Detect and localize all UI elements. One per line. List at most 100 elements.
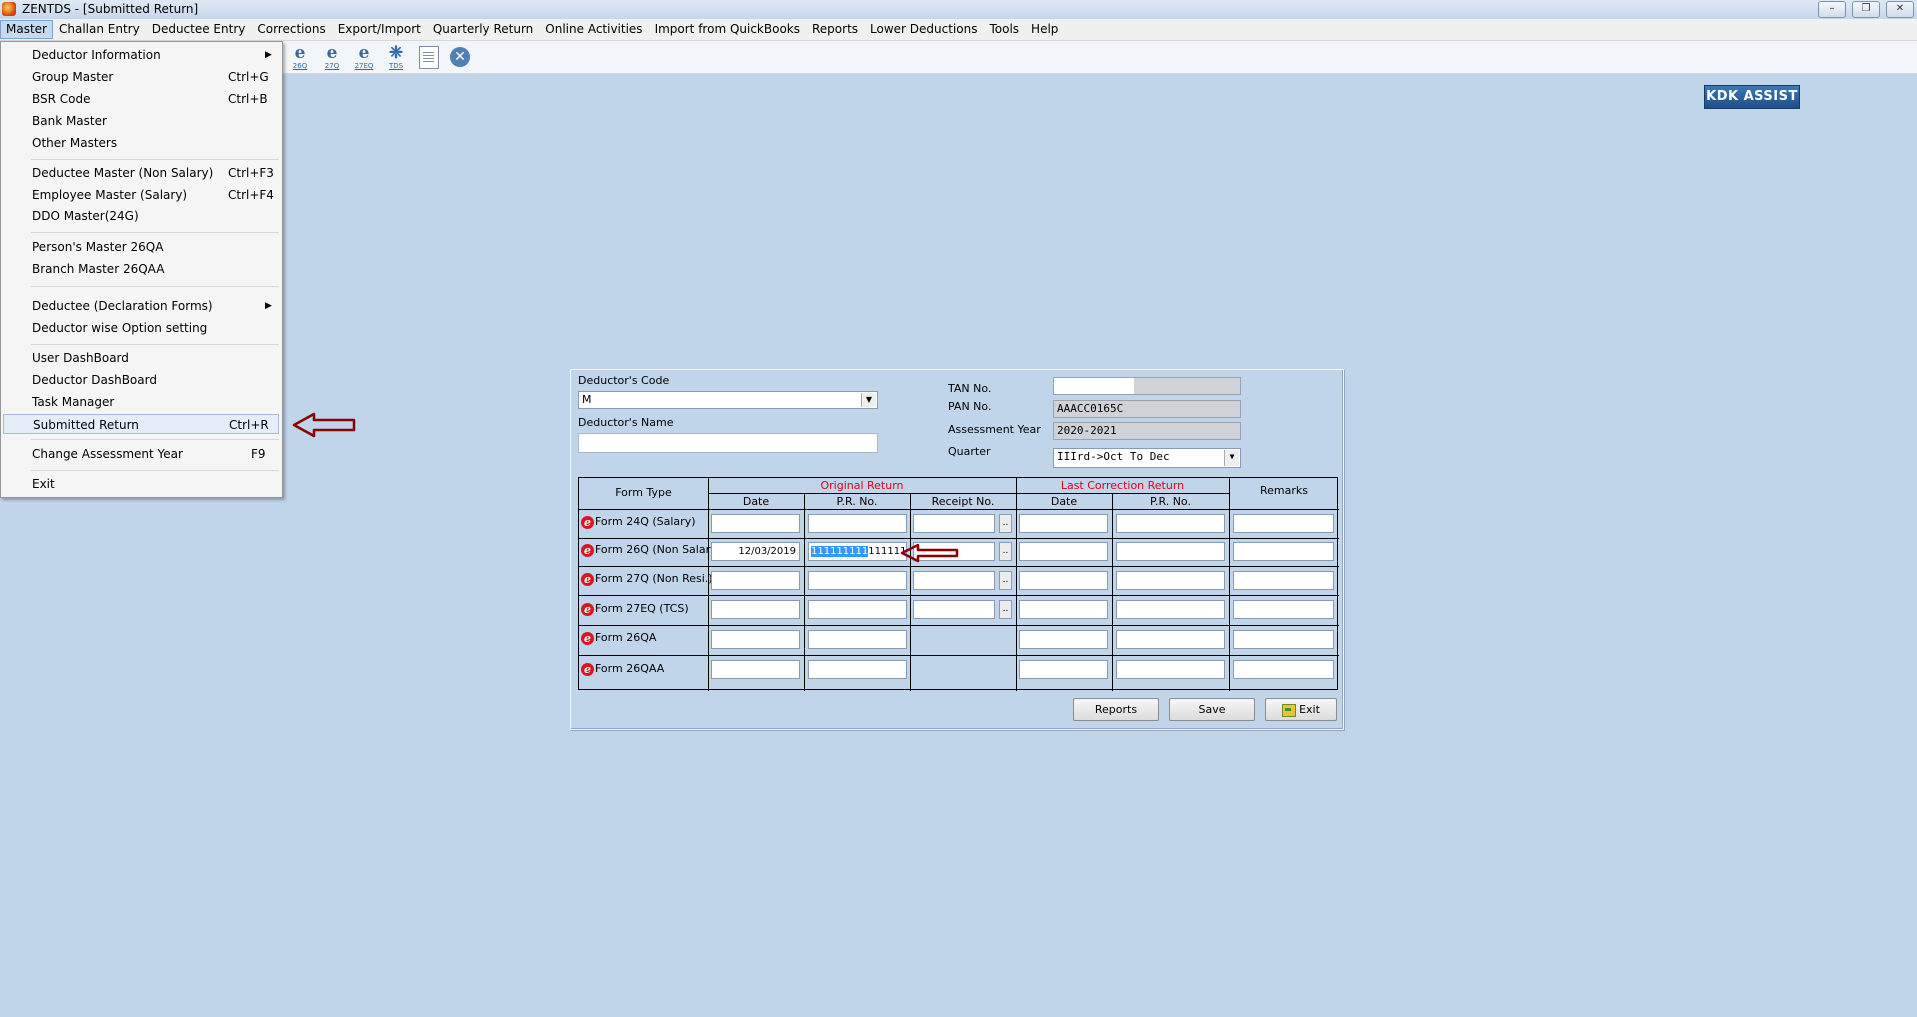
form-26qaa-corr-pr-field[interactable] xyxy=(1116,660,1225,679)
menu-help[interactable]: Help xyxy=(1025,20,1064,39)
form-24q-receipt-field[interactable] xyxy=(913,514,995,533)
menu-submitted-return[interactable]: Submitted Return Ctrl+R xyxy=(3,414,279,434)
form-27q-browse-button[interactable]: .. xyxy=(999,571,1012,590)
tds-icon[interactable]: ❈ TDS xyxy=(384,45,408,71)
e-27eq-icon[interactable]: e 27EQ xyxy=(352,45,376,71)
menu-separator xyxy=(31,286,279,287)
menu-group-master[interactable]: Group Master Ctrl+G xyxy=(1,67,282,87)
form-27q-remarks-field[interactable] xyxy=(1233,571,1334,590)
form-24q-pr-field[interactable] xyxy=(808,514,907,533)
menu-branch-master-26qaa[interactable]: Branch Master 26QAA xyxy=(1,259,282,279)
form-27eq-receipt-field[interactable] xyxy=(913,600,995,619)
menu-persons-master-26qa[interactable]: Person's Master 26QA xyxy=(1,237,282,257)
form-27eq-corr-date-field[interactable] xyxy=(1019,600,1108,619)
menu-employee-master[interactable]: Employee Master (Salary) Ctrl+F4 xyxy=(1,185,282,205)
close-button[interactable]: ✕ xyxy=(1886,1,1914,18)
form-26qaa-label: e Form 26QAA xyxy=(581,661,664,677)
form-27q-corr-pr-field[interactable] xyxy=(1116,571,1225,590)
form-26qa-date-field[interactable] xyxy=(711,630,800,649)
form-type-header: Form Type xyxy=(615,486,672,499)
menu-deductee-declaration-forms[interactable]: Deductee (Declaration Forms) ▶ xyxy=(1,296,282,316)
menu-deductee-master[interactable]: Deductee Master (Non Salary) Ctrl+F3 xyxy=(1,163,282,183)
tan-value xyxy=(1054,378,1134,394)
menu-challan-entry[interactable]: Challan Entry xyxy=(53,20,146,39)
form-26qaa-date-field[interactable] xyxy=(711,660,800,679)
master-dropdown-menu: Deductor Information ▶ Group Master Ctrl… xyxy=(0,41,283,498)
form-27eq-corr-pr-field[interactable] xyxy=(1116,600,1225,619)
menu-task-manager[interactable]: Task Manager xyxy=(1,392,282,412)
pan-field[interactable]: AAACC0165C xyxy=(1053,400,1241,418)
menu-corrections[interactable]: Corrections xyxy=(251,20,331,39)
menu-bank-master[interactable]: Bank Master xyxy=(1,111,282,131)
form-26q-browse-button[interactable]: .. xyxy=(999,542,1012,561)
quarter-label: Quarter xyxy=(948,445,991,458)
deductor-name-field[interactable] xyxy=(578,433,878,453)
form-27q-date-field[interactable] xyxy=(711,571,800,590)
quarter-select[interactable]: IIIrd->Oct To Dec ▼ xyxy=(1053,448,1241,468)
form-24q-browse-button[interactable]: .. xyxy=(999,514,1012,533)
menu-deductor-information[interactable]: Deductor Information ▶ xyxy=(1,45,282,65)
menu-quarterly-return[interactable]: Quarterly Return xyxy=(427,20,539,39)
form-27eq-remarks-field[interactable] xyxy=(1233,600,1334,619)
form-24q-label: e Form 24Q (Salary) xyxy=(581,514,696,530)
form-26qa-pr-field[interactable] xyxy=(808,630,907,649)
menu-other-masters[interactable]: Other Masters xyxy=(1,133,282,153)
kdk-assist-logo[interactable]: KDK ASSIST xyxy=(1704,85,1800,109)
tan-field[interactable] xyxy=(1053,377,1241,395)
menu-import-quickbooks[interactable]: Import from QuickBooks xyxy=(649,20,806,39)
form-26q-remarks-field[interactable] xyxy=(1233,542,1334,561)
menu-online-activities[interactable]: Online Activities xyxy=(539,20,648,39)
form-27eq-browse-button[interactable]: .. xyxy=(999,600,1012,619)
menu-reports[interactable]: Reports xyxy=(806,20,864,39)
menu-user-dashboard[interactable]: User DashBoard xyxy=(1,348,282,368)
form-26q-corr-date-field[interactable] xyxy=(1019,542,1108,561)
form-27q-receipt-field[interactable] xyxy=(913,571,995,590)
e-26q-icon[interactable]: e 26Q xyxy=(288,45,312,71)
menu-export-import[interactable]: Export/Import xyxy=(332,20,427,39)
exit-icon xyxy=(1282,703,1297,717)
chevron-down-icon: ▼ xyxy=(861,393,876,407)
e-27q-icon[interactable]: e 27Q xyxy=(320,45,344,71)
form-27q-corr-date-field[interactable] xyxy=(1019,571,1108,590)
document-icon[interactable] xyxy=(419,46,439,69)
form-26qa-corr-pr-field[interactable] xyxy=(1116,630,1225,649)
form-27q-pr-field[interactable] xyxy=(808,571,907,590)
menu-master[interactable]: Master xyxy=(0,20,53,39)
returns-grid: Form Type Original Return Last Correctio… xyxy=(578,477,1339,691)
form-26qa-corr-date-field[interactable] xyxy=(1019,630,1108,649)
menu-bsr-code[interactable]: BSR Code Ctrl+B xyxy=(1,89,282,109)
menu-tools[interactable]: Tools xyxy=(983,20,1025,39)
menu-lower-deductions[interactable]: Lower Deductions xyxy=(864,20,983,39)
menu-deductor-option-setting[interactable]: Deductor wise Option setting xyxy=(1,318,282,338)
form-24q-corr-pr-field[interactable] xyxy=(1116,514,1225,533)
form-24q-remarks-field[interactable] xyxy=(1233,514,1334,533)
close-circle-icon[interactable]: ✕ xyxy=(450,47,470,67)
assessment-year-field[interactable]: 2020-2021 xyxy=(1053,422,1241,440)
form-27eq-date-field[interactable] xyxy=(711,600,800,619)
menu-exit[interactable]: Exit xyxy=(1,474,282,494)
e-filing-icon: e xyxy=(581,662,594,676)
reports-button[interactable]: Reports xyxy=(1073,698,1159,721)
title-bar: ZENTDS - [Submitted Return] – ❐ ✕ xyxy=(0,0,1917,20)
form-24q-date-field[interactable] xyxy=(711,514,800,533)
menu-ddo-master[interactable]: DDO Master(24G) xyxy=(1,206,282,226)
minimize-button[interactable]: – xyxy=(1818,1,1846,18)
menu-deductee-entry[interactable]: Deductee Entry xyxy=(146,20,252,39)
restore-button[interactable]: ❐ xyxy=(1852,1,1880,18)
deductor-code-select[interactable]: M ▼ xyxy=(578,391,878,409)
assessment-year-label: Assessment Year xyxy=(948,423,1041,436)
menu-change-assessment-year[interactable]: Change Assessment Year F9 xyxy=(1,444,282,464)
form-26qaa-remarks-field[interactable] xyxy=(1233,660,1334,679)
form-27eq-pr-field[interactable] xyxy=(808,600,907,619)
exit-button[interactable]: Exit xyxy=(1265,698,1337,721)
form-26qaa-pr-field[interactable] xyxy=(808,660,907,679)
save-button[interactable]: Save xyxy=(1169,698,1255,721)
form-26q-corr-pr-field[interactable] xyxy=(1116,542,1225,561)
form-26qa-remarks-field[interactable] xyxy=(1233,630,1334,649)
form-26q-date-field[interactable]: 12/03/2019 xyxy=(711,542,800,561)
form-26qaa-corr-date-field[interactable] xyxy=(1019,660,1108,679)
menu-deductor-dashboard[interactable]: Deductor DashBoard xyxy=(1,370,282,390)
form-26q-pr-field[interactable]: 111111111111111 xyxy=(808,542,907,561)
form-24q-corr-date-field[interactable] xyxy=(1019,514,1108,533)
remarks-header: Remarks xyxy=(1260,484,1308,497)
